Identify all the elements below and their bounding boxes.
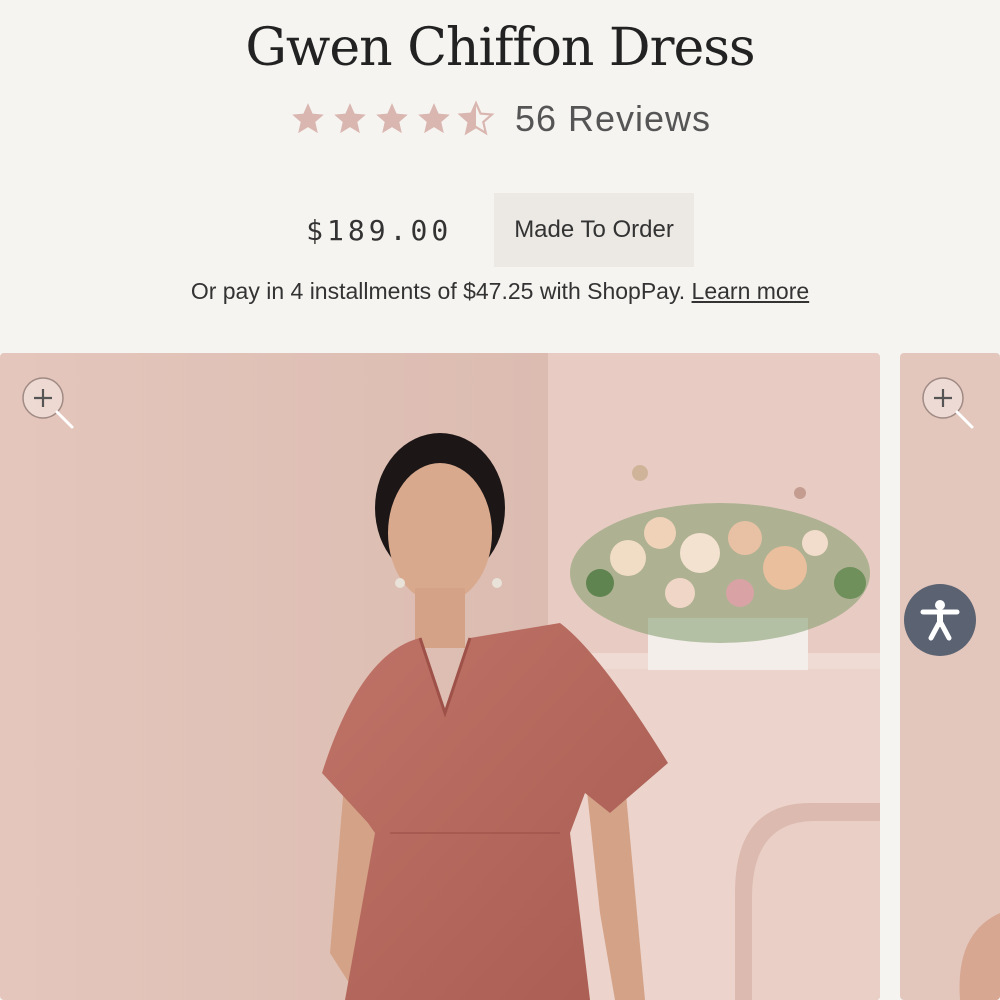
installments-text: Or pay in 4 installments of $47.25 with … [190,278,686,304]
product-image-main[interactable] [0,353,880,1000]
star-icon [418,103,450,134]
accessibility-icon [920,600,960,641]
product-image-next[interactable] [900,353,1000,1000]
product-photo [0,353,880,1000]
product-title: Gwen Chiffon Dress [245,18,755,78]
star-icon [334,103,366,134]
star-icon [376,103,408,134]
made-to-order-badge: Made To Order [494,193,694,267]
zoom-in-icon[interactable] [918,373,976,431]
accessibility-button[interactable] [904,584,976,656]
rating-row: 56 Reviews [0,98,1000,140]
learn-more-link[interactable]: Learn more [692,278,810,304]
reviews-link[interactable]: 56 Reviews [515,98,711,140]
star-icon [292,103,324,134]
product-photo-next [900,353,1000,1000]
product-price: $189.00 [306,213,453,247]
half-star-icon [457,100,495,136]
installments-note: Or pay in 4 installments of $47.25 with … [0,278,1000,305]
star-rating[interactable] [289,100,495,138]
price-row: $189.00 Made To Order [0,193,1000,267]
zoom-in-icon[interactable] [18,373,76,431]
